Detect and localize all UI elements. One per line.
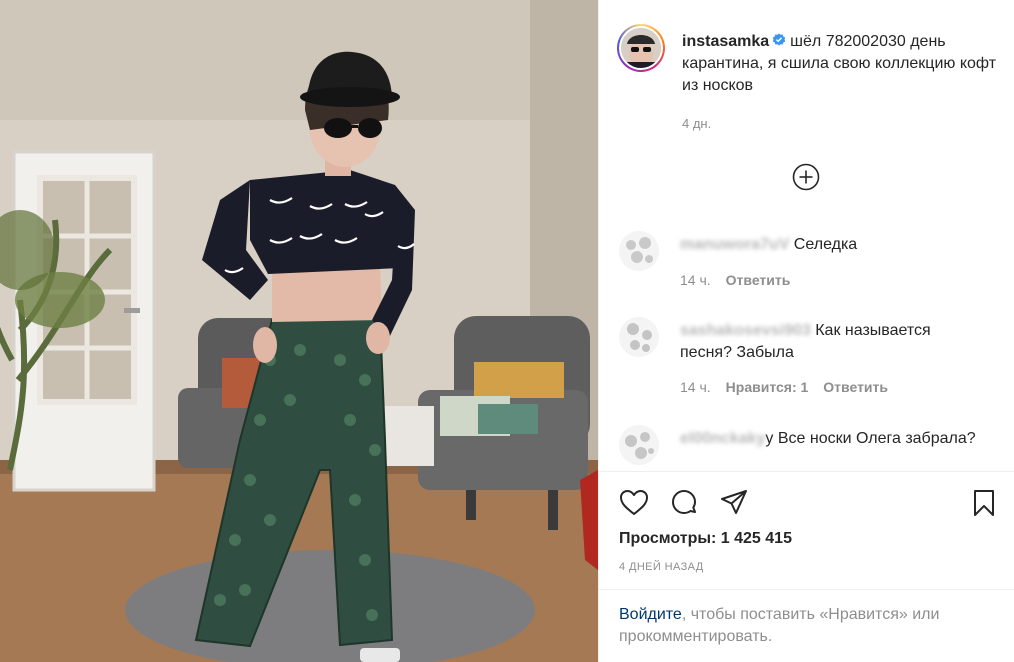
comment-text: el00nckakyy Все носки Олега забрала? — [680, 428, 980, 450]
commenter-avatar-image — [619, 317, 659, 357]
login-link[interactable]: Войдите — [619, 606, 682, 623]
comment-avatar[interactable] — [619, 317, 659, 357]
commenter-avatar-image — [619, 425, 659, 465]
comment-text: sashakosevsi903 Как называется песня? За… — [680, 320, 980, 364]
caption-timestamp[interactable]: 4 дн. — [682, 116, 711, 131]
comment-icon[interactable] — [669, 488, 699, 518]
avatar-story-ring[interactable] — [617, 24, 665, 72]
caption-text: instasamka шёл 782002030 день карантина, … — [682, 31, 1002, 97]
comment-meta: 14 ч. Нравится: 1 Ответить — [680, 379, 903, 395]
comment-username[interactable]: manuwora7uV — [680, 236, 789, 253]
video-frame — [0, 0, 598, 662]
commenter-avatar-image — [619, 231, 659, 271]
comment-body: y Все носки Олега забрала? — [765, 430, 976, 447]
comment-text: manuwora7uV Селедка — [680, 234, 980, 256]
plus-circle-icon[interactable] — [792, 163, 820, 191]
paper-plane-icon[interactable] — [719, 488, 749, 518]
comment-item: el00nckakyy Все носки Олега забрала? — [619, 425, 999, 471]
post-actions: Просмотры: 1 425 415 4 дней назад Войдит… — [599, 471, 1014, 662]
comment-likes[interactable]: Нравится: 1 — [726, 379, 809, 395]
heart-icon[interactable] — [619, 488, 649, 518]
verified-badge-icon — [772, 33, 786, 46]
login-prompt: Войдите, чтобы поставить «Нравится» или … — [599, 589, 1014, 662]
comment-time[interactable]: 14 ч. — [680, 379, 711, 395]
comment-avatar[interactable] — [619, 231, 659, 271]
comment-username[interactable]: sashakosevsi903 — [680, 322, 811, 339]
comment-body: Селедка — [789, 236, 858, 253]
comment-meta: 14 ч. Ответить — [680, 272, 805, 288]
views-count[interactable]: Просмотры: 1 425 415 — [619, 530, 792, 548]
avatar-image — [621, 28, 661, 68]
comment-avatar[interactable] — [619, 425, 659, 465]
reply-button[interactable]: Ответить — [726, 272, 791, 288]
caption-username[interactable]: instasamka — [682, 33, 769, 50]
comment-username[interactable]: el00nckaky — [680, 430, 765, 447]
avatar[interactable] — [619, 26, 663, 70]
bookmark-icon[interactable] — [969, 488, 999, 518]
post-sidebar: instasamka шёл 782002030 день карантина, … — [598, 0, 1014, 662]
post-video[interactable] — [0, 0, 598, 662]
reply-button[interactable]: Ответить — [823, 379, 888, 395]
comment-time[interactable]: 14 ч. — [680, 272, 711, 288]
post-date[interactable]: 4 дней назад — [619, 561, 704, 573]
